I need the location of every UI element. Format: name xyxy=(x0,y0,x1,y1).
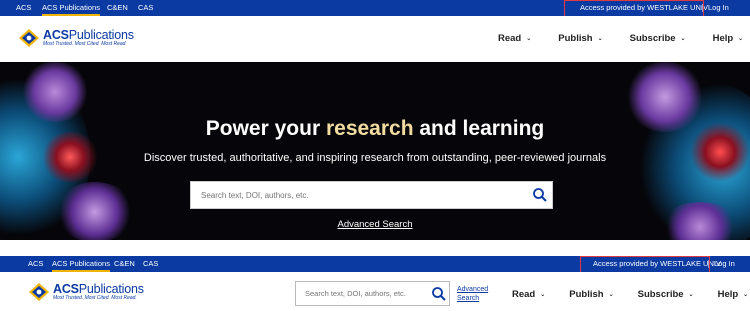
acs-logo-mark-icon xyxy=(18,28,40,48)
chevron-down-icon: ⌄ xyxy=(608,292,614,298)
nav-publish[interactable]: Publish ⌄ xyxy=(569,289,613,300)
logo-wordmark: ACSPublications xyxy=(43,27,134,42)
logo-wordmark: ACSPublications xyxy=(53,281,144,296)
section-gap xyxy=(0,240,750,256)
hero-advanced-search-link[interactable]: Advanced Search xyxy=(0,219,750,230)
nav-subscribe[interactable]: Subscribe ⌄ xyxy=(630,33,686,44)
logo-tagline: Most Trusted. Most Cited. Most Read. xyxy=(43,40,127,47)
chevron-down-icon: ⌄ xyxy=(680,36,686,42)
nav-help[interactable]: Help ⌄ xyxy=(713,33,744,44)
hero-subtitle: Discover trusted, authoritative, and ins… xyxy=(143,152,607,164)
hero-banner: Power your research and learning Discove… xyxy=(0,62,750,240)
main-nav: Read ⌄ Publish ⌄ Subscribe ⌄ Help ⌄ xyxy=(512,289,748,300)
login-link[interactable]: Log In xyxy=(708,0,729,16)
hero-search-input[interactable] xyxy=(191,182,511,208)
topnav-acs[interactable]: ACS xyxy=(28,256,43,272)
header-advanced-search-link[interactable]: Advanced Search xyxy=(457,285,491,303)
hero-search-box xyxy=(190,181,553,209)
chevron-down-icon: ⌄ xyxy=(597,36,603,42)
logo-tagline: Most Trusted. Most Cited. Most Read. xyxy=(53,294,137,301)
topnav-acs-publications[interactable]: ACS Publications xyxy=(52,256,110,272)
chevron-down-icon: ⌄ xyxy=(540,292,546,298)
nav-publish[interactable]: Publish ⌄ xyxy=(558,33,602,44)
topnav-cen[interactable]: C&EN xyxy=(114,256,135,272)
acs-logo-mark-icon xyxy=(28,282,50,302)
search-icon[interactable] xyxy=(531,186,549,204)
header-search-input[interactable] xyxy=(296,282,426,305)
nav-help[interactable]: Help ⌄ xyxy=(718,289,749,300)
topnav-acs[interactable]: ACS xyxy=(16,0,31,16)
main-header: ACSPublications Most Trusted. Most Cited… xyxy=(0,16,750,62)
nav-read[interactable]: Read ⌄ xyxy=(512,289,545,300)
acs-publications-logo[interactable]: ACSPublications Most Trusted. Most Cited… xyxy=(18,28,134,48)
hero-title: Power your research and learning xyxy=(205,117,545,140)
login-link[interactable]: Log In xyxy=(714,256,735,272)
decorative-molecule xyxy=(20,62,90,122)
acs-publications-logo[interactable]: ACSPublications Most Trusted. Most Cited… xyxy=(28,282,144,302)
topnav-cas[interactable]: CAS xyxy=(138,0,153,16)
decorative-molecule xyxy=(55,182,135,240)
topnav-cas[interactable]: CAS xyxy=(143,256,158,272)
topnav-cen[interactable]: C&EN xyxy=(107,0,128,16)
topnav-acs-publications[interactable]: ACS Publications xyxy=(42,0,100,16)
chevron-down-icon: ⌄ xyxy=(743,292,749,298)
search-icon[interactable] xyxy=(430,285,448,303)
main-nav: Read ⌄ Publish ⌄ Subscribe ⌄ Help ⌄ xyxy=(498,33,743,44)
chevron-down-icon: ⌄ xyxy=(526,36,532,42)
chevron-down-icon: ⌄ xyxy=(688,292,694,298)
nav-subscribe[interactable]: Subscribe ⌄ xyxy=(638,289,694,300)
chevron-down-icon: ⌄ xyxy=(738,36,744,42)
nav-read[interactable]: Read ⌄ xyxy=(498,33,531,44)
header-search-box xyxy=(295,281,450,306)
sticky-header: ACSPublications Most Trusted. Most Cited… xyxy=(0,272,750,311)
